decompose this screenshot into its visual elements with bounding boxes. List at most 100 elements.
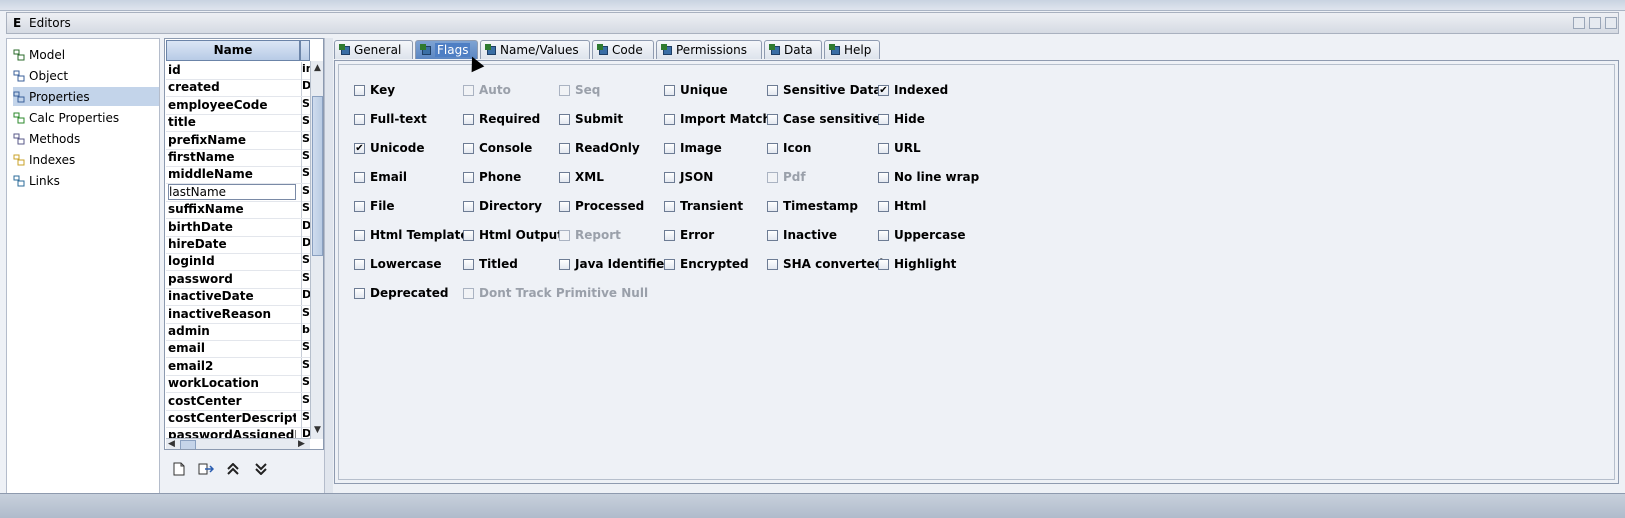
- flag-checkbox[interactable]: [354, 200, 365, 212]
- flag-checkbox[interactable]: [664, 171, 675, 183]
- tab-name-values[interactable]: Name/Values: [480, 40, 590, 59]
- flag-required[interactable]: Required: [463, 111, 540, 127]
- nav-item-object[interactable]: Object: [13, 66, 159, 85]
- nav-item-links[interactable]: Links: [13, 171, 159, 190]
- scroll-left-icon[interactable]: ◀: [168, 439, 175, 449]
- flag-checkbox[interactable]: [463, 113, 474, 125]
- property-row[interactable]: costCenterDescriptionS: [166, 410, 310, 428]
- flag-checkbox[interactable]: [878, 200, 889, 212]
- flag-icon[interactable]: Icon: [767, 140, 811, 156]
- flag-checkbox[interactable]: [354, 287, 365, 299]
- flag-checkbox[interactable]: [767, 200, 778, 212]
- tab-code[interactable]: Code: [592, 40, 654, 59]
- property-row[interactable]: costCenter S: [166, 392, 310, 411]
- flag-checkbox[interactable]: [664, 142, 675, 154]
- flag-hide[interactable]: Hide: [878, 111, 925, 127]
- property-row[interactable]: birthDate D: [166, 218, 311, 237]
- nav-item-model[interactable]: Model: [13, 45, 159, 64]
- flag-checkbox[interactable]: [767, 113, 778, 125]
- property-row[interactable]: password S: [166, 270, 310, 289]
- flag-checkbox[interactable]: [354, 229, 365, 241]
- flag-case-sensitive[interactable]: Case sensitive: [767, 111, 880, 127]
- maximize-icon[interactable]: [1605, 17, 1617, 29]
- vertical-scrollbar[interactable]: ▲ ▼: [310, 61, 323, 439]
- flag-html-template[interactable]: Html Template: [354, 227, 468, 243]
- property-row[interactable]: created D: [166, 79, 311, 98]
- flag-directory[interactable]: Directory: [463, 198, 542, 214]
- flag-timestamp[interactable]: Timestamp: [767, 198, 858, 214]
- property-row[interactable]: firstName S: [166, 149, 310, 167]
- flag-checkbox[interactable]: [463, 200, 474, 212]
- flag-xml[interactable]: XML: [559, 169, 604, 185]
- flag-checkbox[interactable]: [878, 113, 889, 125]
- flag-uppercase[interactable]: Uppercase: [878, 227, 965, 243]
- flag-checkbox[interactable]: [767, 84, 778, 96]
- nav-item-calc-properties[interactable]: Calc Properties: [13, 108, 159, 127]
- move-bottom-button[interactable]: [252, 460, 270, 478]
- flag-json[interactable]: JSON: [664, 169, 713, 185]
- flag-no-line-wrap[interactable]: No line wrap: [878, 169, 979, 185]
- flag-checkbox[interactable]: [664, 258, 675, 270]
- scroll-thumb[interactable]: [312, 96, 323, 256]
- flag-checkbox[interactable]: [354, 113, 365, 125]
- property-row[interactable]: middleName S: [166, 166, 310, 185]
- new-property-button[interactable]: [170, 460, 188, 478]
- property-row[interactable]: inactiveReason S: [166, 305, 310, 324]
- nav-item-indexes[interactable]: Indexes: [13, 150, 159, 169]
- flag-checkbox[interactable]: [463, 229, 474, 241]
- property-row[interactable]: title S: [166, 114, 310, 133]
- flag-deprecated[interactable]: Deprecated: [354, 285, 448, 301]
- flag-checkbox[interactable]: [878, 258, 889, 270]
- scroll-down-icon[interactable]: ▼: [314, 425, 321, 435]
- flag-checkbox[interactable]: [664, 229, 675, 241]
- flag-transient[interactable]: Transient: [664, 198, 743, 214]
- flag-inactive[interactable]: Inactive: [767, 227, 837, 243]
- property-row[interactable]: employeeCode S: [166, 96, 310, 115]
- flag-checkbox[interactable]: [463, 142, 474, 154]
- property-row[interactable]: suffixName S: [166, 201, 310, 220]
- flag-email[interactable]: Email: [354, 169, 407, 185]
- property-row[interactable]: email S: [166, 340, 310, 359]
- tab-data[interactable]: Data: [764, 40, 822, 59]
- property-row[interactable]: inactiveDate D: [166, 288, 311, 307]
- move-top-button[interactable]: [224, 460, 242, 478]
- flag-checkbox[interactable]: [463, 258, 474, 270]
- flag-checkbox[interactable]: [878, 142, 889, 154]
- property-row[interactable]: email2 S: [166, 357, 310, 376]
- property-row[interactable]: lastName S: [166, 183, 310, 202]
- flag-import-match[interactable]: Import Match: [664, 111, 771, 127]
- flag-error[interactable]: Error: [664, 227, 714, 243]
- flag-checkbox[interactable]: [559, 200, 570, 212]
- flag-highlight[interactable]: Highlight: [878, 256, 956, 272]
- hscroll-thumb[interactable]: [180, 440, 196, 449]
- tab-help[interactable]: Help: [824, 40, 880, 59]
- flag-lowercase[interactable]: Lowercase: [354, 256, 442, 272]
- property-row[interactable]: admin b: [166, 323, 310, 341]
- flag-phone[interactable]: Phone: [463, 169, 521, 185]
- flag-checkbox[interactable]: [664, 200, 675, 212]
- flag-key[interactable]: Key: [354, 82, 395, 98]
- flag-encrypted[interactable]: Encrypted: [664, 256, 749, 272]
- restore-icon[interactable]: [1589, 17, 1601, 29]
- pin-icon[interactable]: [1573, 17, 1585, 29]
- nav-item-methods[interactable]: Methods: [13, 129, 159, 148]
- property-row[interactable]: workLocation S: [166, 375, 310, 394]
- flag-checkbox[interactable]: ✔: [354, 142, 365, 154]
- property-row[interactable]: loginId S: [166, 253, 310, 272]
- insert-property-button[interactable]: [197, 460, 215, 478]
- nav-item-properties[interactable]: Properties: [13, 87, 159, 106]
- flag-checkbox[interactable]: [767, 229, 778, 241]
- tab-general[interactable]: General: [334, 40, 413, 59]
- flag-checkbox[interactable]: [559, 142, 570, 154]
- flag-sha-converted[interactable]: SHA converted: [767, 256, 883, 272]
- flag-checkbox[interactable]: [354, 258, 365, 270]
- flag-checkbox[interactable]: [878, 229, 889, 241]
- flag-image[interactable]: Image: [664, 140, 722, 156]
- flag-checkbox[interactable]: [664, 113, 675, 125]
- flag-console[interactable]: Console: [463, 140, 532, 156]
- scroll-up-icon[interactable]: ▲: [314, 63, 321, 73]
- tab-flags[interactable]: Flags: [415, 40, 478, 59]
- flag-unicode[interactable]: ✔ Unicode: [354, 140, 425, 156]
- flag-checkbox[interactable]: [559, 258, 570, 270]
- property-name[interactable]: lastName: [168, 183, 296, 200]
